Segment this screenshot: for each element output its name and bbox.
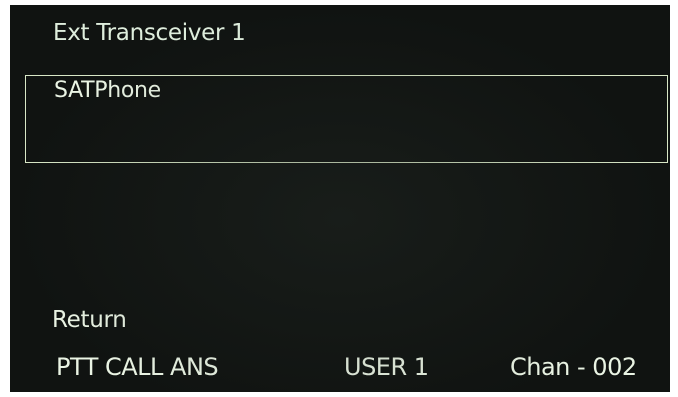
user-indicator: USER 1 xyxy=(344,353,429,381)
display-screen: Ext Transceiver 1 SATPhone Return PTT CA… xyxy=(10,5,670,392)
softkey-ptt-call-ans[interactable]: PTT CALL ANS xyxy=(56,353,219,381)
device-bezel: Ext Transceiver 1 SATPhone Return PTT CA… xyxy=(0,0,678,397)
screen-title: Ext Transceiver 1 xyxy=(53,20,246,46)
menu-item-satphone[interactable]: SATPhone xyxy=(54,78,161,103)
menu-selection-box[interactable]: SATPhone xyxy=(25,75,668,163)
channel-indicator: Chan - 002 xyxy=(510,353,637,381)
return-option[interactable]: Return xyxy=(52,307,127,333)
